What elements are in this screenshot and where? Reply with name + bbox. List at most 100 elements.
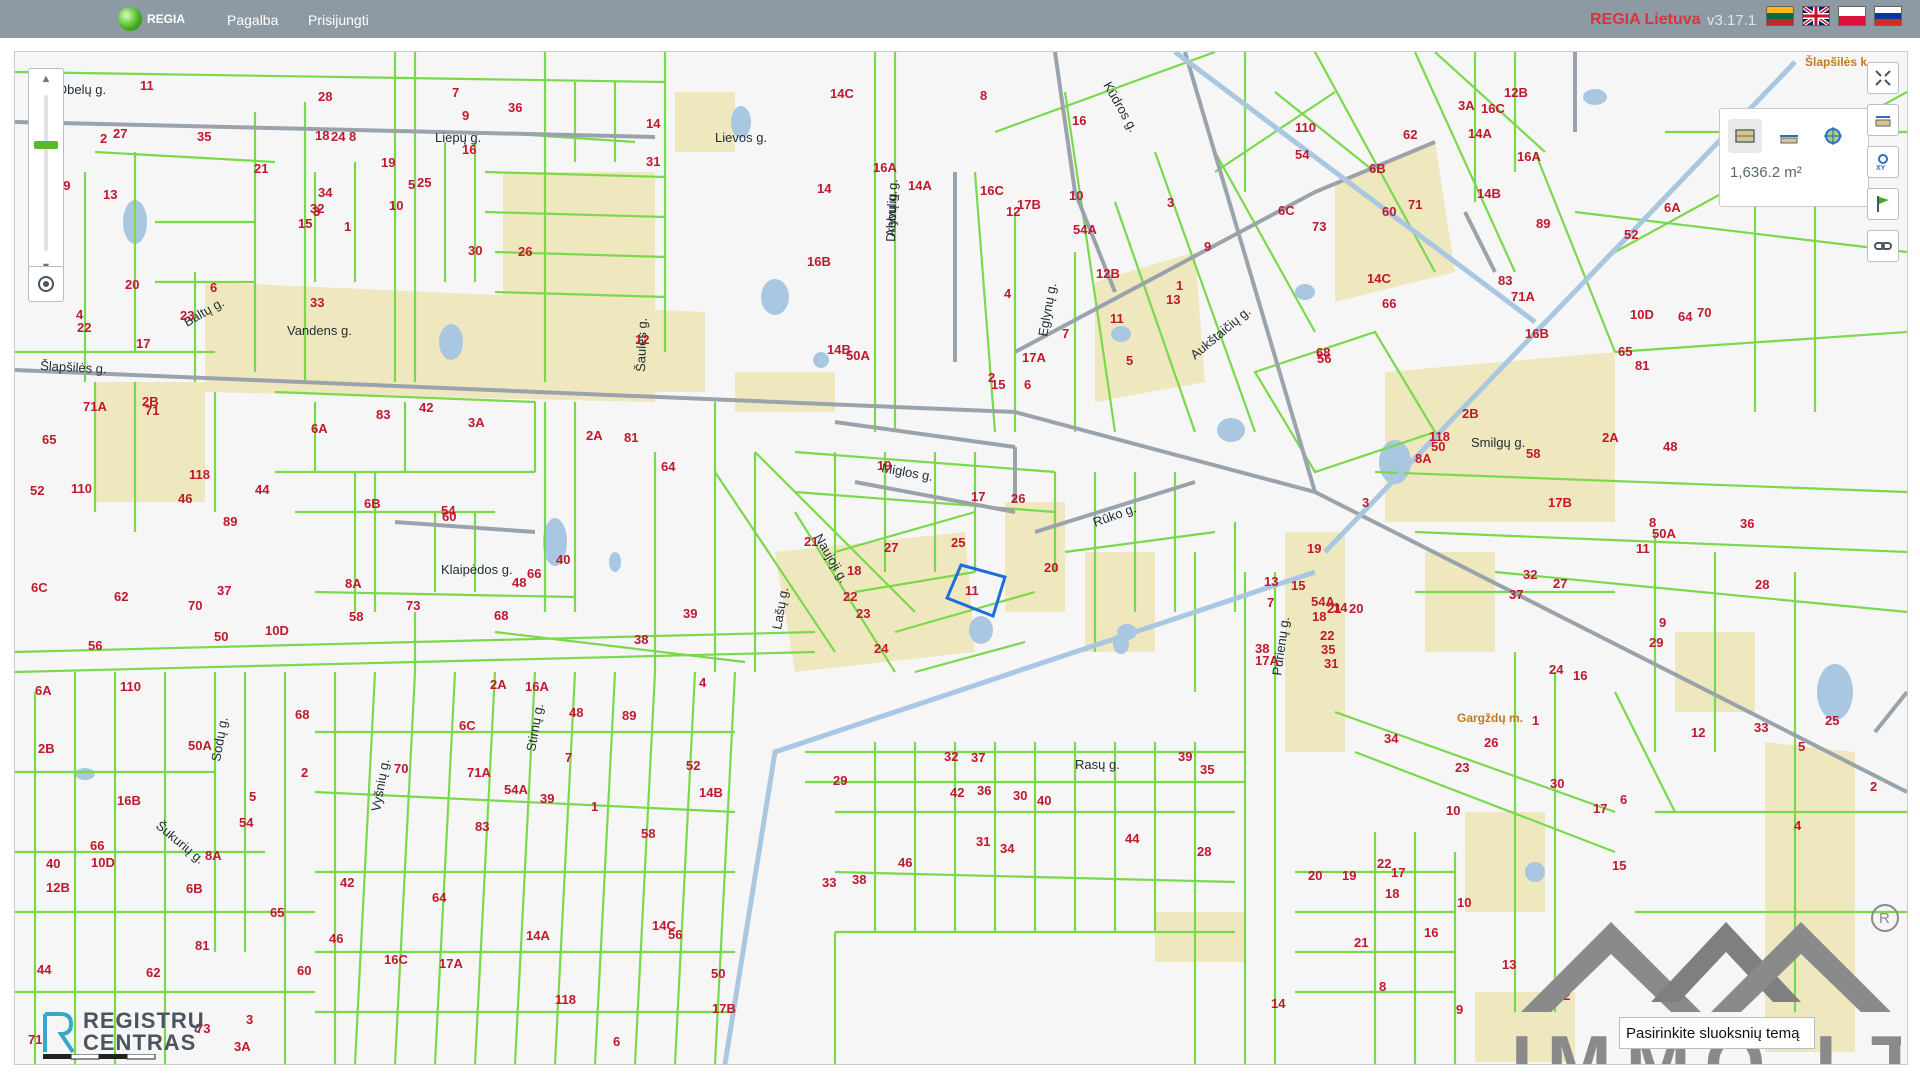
parcel-number[interactable]: 38 xyxy=(634,632,648,647)
parcel-number[interactable]: 58 xyxy=(349,609,363,624)
parcel-number[interactable]: 17 xyxy=(971,489,985,504)
parcel-number[interactable]: 52 xyxy=(686,758,700,773)
parcel-number[interactable]: 2B xyxy=(1462,406,1479,421)
parcel-number[interactable]: 36 xyxy=(977,783,991,798)
parcel-number[interactable]: 39 xyxy=(1178,749,1192,764)
parcel-number[interactable]: 118 xyxy=(555,992,576,1007)
parcel-number[interactable]: 8A xyxy=(345,576,362,591)
parcel-number[interactable]: 14C xyxy=(1367,271,1391,286)
parcel-number[interactable]: 36 xyxy=(508,100,522,115)
parcel-number[interactable]: 10 xyxy=(1446,803,1460,818)
parcel-number[interactable]: 68 xyxy=(1316,345,1330,360)
parcel-number[interactable]: 11 xyxy=(140,78,154,93)
parcel-number[interactable]: 16A xyxy=(1517,149,1541,164)
parcel-number[interactable]: 32 xyxy=(310,201,324,216)
parcel-number[interactable]: 54 xyxy=(239,815,254,830)
parcel-number[interactable]: 3 xyxy=(1167,195,1174,210)
parcel-number[interactable]: 29 xyxy=(833,773,847,788)
parcel-number[interactable]: 6C xyxy=(1278,203,1295,218)
parcel-number[interactable]: 26 xyxy=(518,244,532,259)
parcel-number[interactable]: 6C xyxy=(31,580,48,595)
parcel-number[interactable]: 24 xyxy=(874,641,889,656)
parcel-number[interactable]: 5 xyxy=(1798,739,1805,754)
parcel-number[interactable]: 50 xyxy=(214,629,228,644)
parcel-number[interactable]: 22 xyxy=(1377,856,1391,871)
zoom-control[interactable]: ▲ ▼ xyxy=(28,68,64,278)
parcel-number[interactable]: 22 xyxy=(1320,628,1334,643)
parcel-number[interactable]: 22 xyxy=(843,589,857,604)
parcel-number[interactable]: 21 xyxy=(1354,935,1368,950)
measure-tool-icon[interactable] xyxy=(1867,104,1899,136)
parcel-number[interactable]: 1 xyxy=(1532,713,1539,728)
parcel-number[interactable]: 31 xyxy=(646,154,660,169)
parcel-number[interactable]: 36 xyxy=(1740,516,1754,531)
parcel-number[interactable]: 8 xyxy=(349,129,356,144)
parcel-number[interactable]: 20 xyxy=(1308,868,1322,883)
parcel-number[interactable]: 16C xyxy=(980,183,1004,198)
parcel-number[interactable]: 11 xyxy=(1636,541,1650,556)
parcel-number[interactable]: 3A xyxy=(234,1039,251,1054)
parcel-number[interactable]: 9 xyxy=(1456,1002,1463,1017)
parcel-number[interactable]: 33 xyxy=(310,295,324,310)
parcel-number[interactable]: 5 xyxy=(249,789,256,804)
parcel-number[interactable]: 9 xyxy=(462,108,469,123)
parcel-number[interactable]: 37 xyxy=(217,583,231,598)
parcel-number[interactable]: 39 xyxy=(683,606,697,621)
parcel-number[interactable]: 60 xyxy=(297,963,311,978)
parcel-number[interactable]: 17 xyxy=(1391,865,1405,880)
parcel-number[interactable]: 81 xyxy=(195,938,209,953)
parcel-number[interactable]: 1 xyxy=(344,219,351,234)
parcel-number[interactable]: 52 xyxy=(1624,227,1638,242)
parcel-number[interactable]: 4 xyxy=(699,675,707,690)
parcel-number[interactable]: 64 xyxy=(661,459,676,474)
parcel-number[interactable]: 3A xyxy=(468,415,485,430)
parcel-number[interactable]: 64 xyxy=(432,890,447,905)
parcel-number[interactable]: 2B xyxy=(142,394,159,409)
parcel-number[interactable]: 12 xyxy=(1006,204,1020,219)
parcel-number[interactable]: 44 xyxy=(255,482,270,497)
parcel-number[interactable]: 83 xyxy=(475,819,489,834)
parcel-number[interactable]: 9 xyxy=(1204,239,1211,254)
parcel-number[interactable]: 17B xyxy=(1017,197,1041,212)
regia-logo[interactable]: REGIA xyxy=(118,6,185,32)
parcel-number[interactable]: 2A xyxy=(1602,430,1619,445)
parcel-number[interactable]: 44 xyxy=(1125,831,1140,846)
parcel-number[interactable]: 3 xyxy=(1362,495,1369,510)
parcel-number[interactable]: 12 xyxy=(1691,725,1705,740)
parcel-number[interactable]: 38 xyxy=(852,872,866,887)
parcel-number[interactable]: 28 xyxy=(318,89,332,104)
parcel-number[interactable]: 14 xyxy=(646,116,661,131)
parcel-number[interactable]: 27 xyxy=(113,126,127,141)
parcel-number[interactable]: 7 xyxy=(452,85,459,100)
map-view[interactable]: Šlapšilės g. Miglos g. Rūko g. Klaipėdos g.… xyxy=(14,51,1908,1065)
parcel-number[interactable]: 40 xyxy=(46,856,60,871)
parcel-number[interactable]: 73 xyxy=(406,598,420,613)
parcel-number[interactable]: 6B xyxy=(186,881,203,896)
parcel-number[interactable]: 16 xyxy=(1424,925,1438,940)
parcel-number[interactable]: 12B xyxy=(46,880,70,895)
parcel-number[interactable]: 65 xyxy=(1618,344,1632,359)
zoom-slider[interactable] xyxy=(29,89,63,257)
parcel-number[interactable]: 18 xyxy=(1312,609,1326,624)
parcel-number[interactable]: 118 xyxy=(1429,429,1450,444)
parcel-number[interactable]: 28 xyxy=(1755,577,1769,592)
parcel-number[interactable]: 44 xyxy=(37,962,52,977)
parcel-number[interactable]: 62 xyxy=(146,965,160,980)
parcel-number[interactable]: 70 xyxy=(1697,305,1711,320)
parcel-number[interactable]: 14A xyxy=(1468,126,1492,141)
parcel-number[interactable]: 2 xyxy=(1870,779,1877,794)
parcel-number[interactable]: 54 xyxy=(1295,147,1310,162)
parcel-number[interactable]: 6 xyxy=(210,280,217,295)
parcel-number[interactable]: 20 xyxy=(1349,601,1363,616)
parcel-number[interactable]: 48 xyxy=(1663,439,1677,454)
parcel-number[interactable]: 6 xyxy=(613,1034,620,1049)
parcel-number[interactable]: 23 xyxy=(1455,760,1469,775)
parcel-number[interactable]: 17A xyxy=(1022,350,1046,365)
parcel-number[interactable]: 54A xyxy=(1073,222,1097,237)
selected-parcel-number[interactable]: 11 xyxy=(965,583,979,598)
parcel-number[interactable]: 58 xyxy=(1526,446,1540,461)
parcel-number[interactable]: 19 xyxy=(1307,541,1321,556)
parcel-number[interactable]: 66 xyxy=(1382,296,1396,311)
parcel-number[interactable]: 5 xyxy=(408,177,415,192)
parcel-number[interactable]: 14 xyxy=(817,181,832,196)
